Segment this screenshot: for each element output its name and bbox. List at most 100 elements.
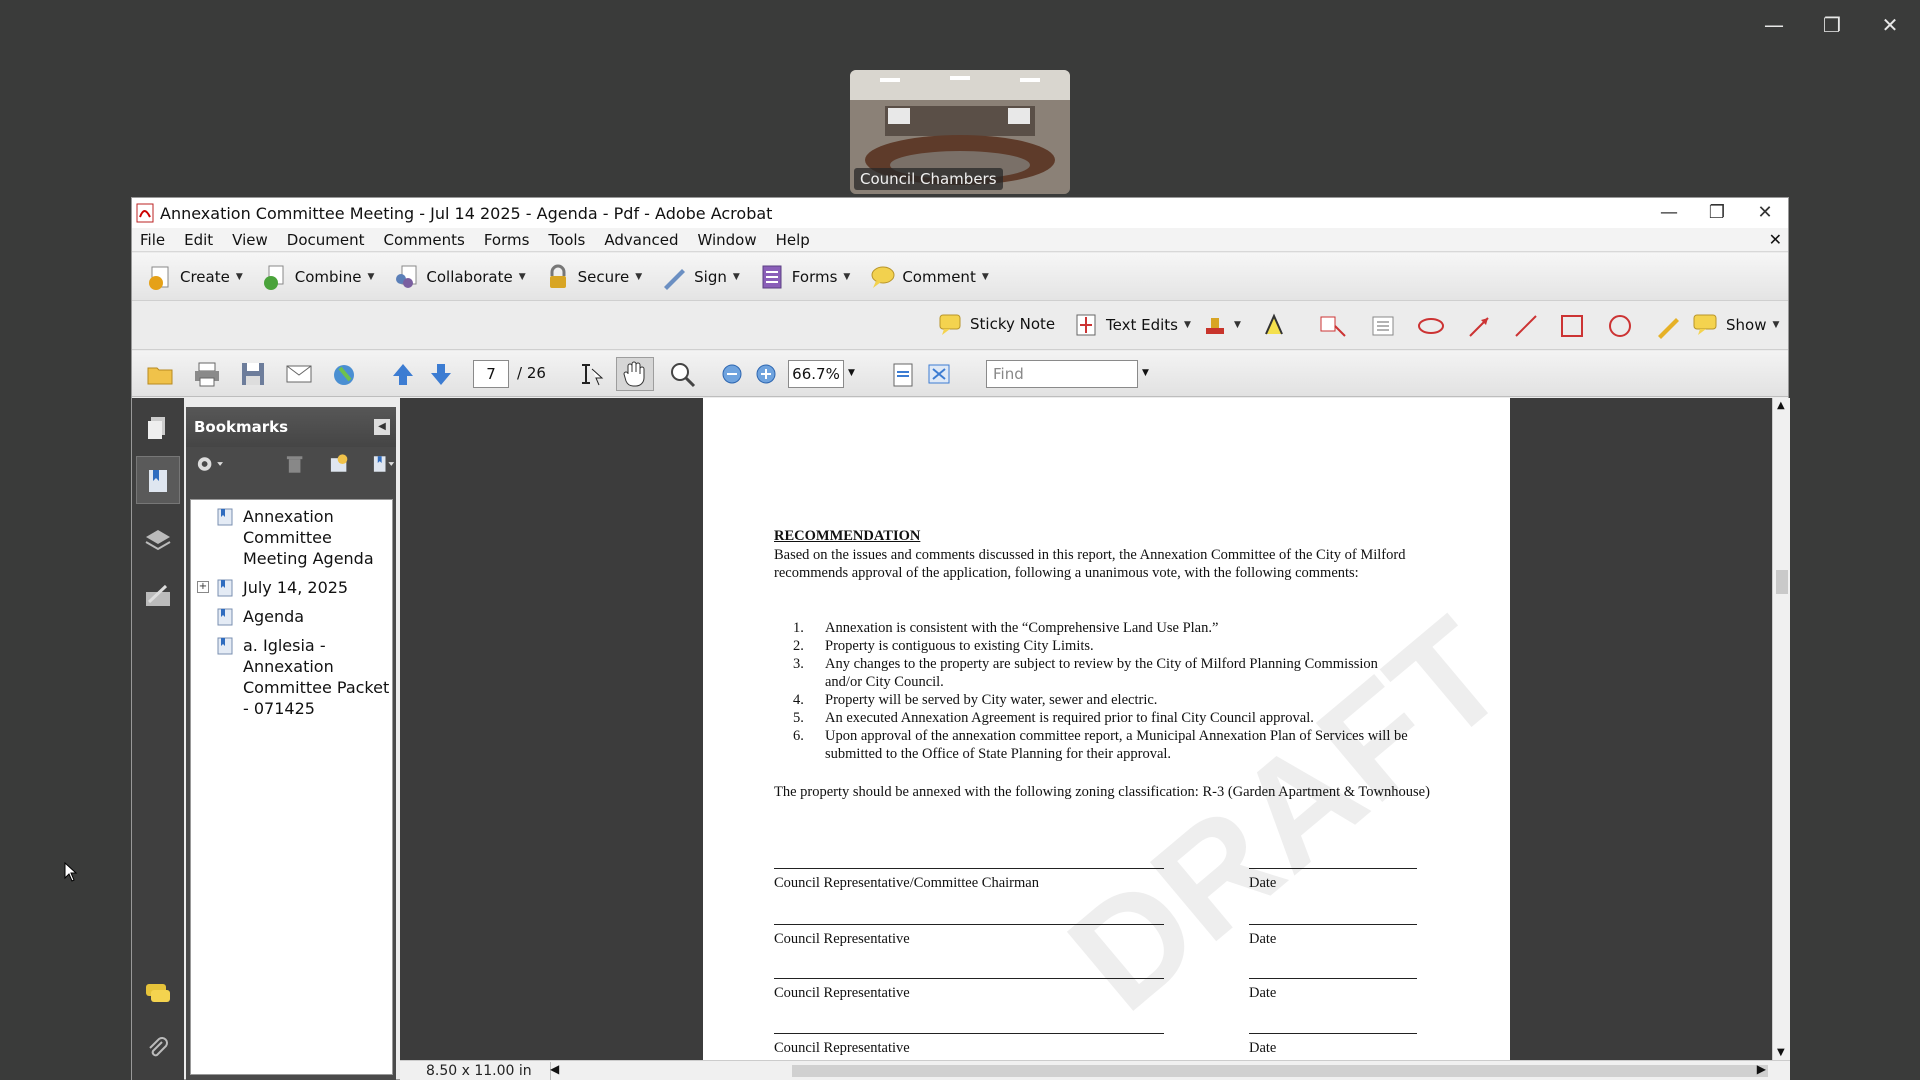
comment-button[interactable]: Comment ▼ bbox=[868, 263, 989, 291]
text-edits-icon bbox=[1076, 314, 1096, 336]
zoom-in-icon[interactable] bbox=[754, 360, 778, 388]
create-button[interactable]: Create ▼ bbox=[146, 263, 243, 291]
fit-page-icon[interactable] bbox=[888, 360, 918, 388]
open-folder-icon[interactable] bbox=[146, 360, 176, 388]
vertical-scrollbar[interactable]: ▲ ▼ bbox=[1772, 398, 1790, 1060]
text-edits-button[interactable]: Text Edits ▼ bbox=[1074, 312, 1191, 338]
oval-tool-icon[interactable] bbox=[1606, 312, 1634, 340]
video-label: Council Chambers bbox=[854, 168, 1003, 190]
previous-page-icon[interactable] bbox=[388, 360, 418, 388]
menu-forms[interactable]: Forms bbox=[484, 231, 530, 249]
marquee-zoom-icon[interactable] bbox=[668, 360, 698, 388]
find-dropdown-icon[interactable]: ▼ bbox=[1142, 368, 1149, 378]
menu-help[interactable]: Help bbox=[776, 231, 810, 249]
cloud-tool-icon[interactable] bbox=[1416, 312, 1446, 340]
text-box-tool-icon[interactable] bbox=[1370, 312, 1396, 340]
delete-bookmark-icon[interactable] bbox=[284, 453, 305, 475]
menu-file[interactable]: File bbox=[140, 231, 165, 249]
sticky-note-label: Sticky Note bbox=[970, 315, 1056, 333]
title-bar: Annexation Committee Meeting - Jul 14 20… bbox=[132, 198, 1788, 228]
list-item: 4. Property will be served by City water,… bbox=[793, 691, 1413, 709]
scroll-right-icon[interactable]: ▶ bbox=[1757, 1062, 1766, 1076]
zoom-out-icon[interactable] bbox=[720, 360, 744, 388]
zoom-level-input[interactable]: 66.7% bbox=[788, 360, 844, 388]
options-gear-icon[interactable] bbox=[194, 453, 227, 475]
horizontal-scroll-thumb[interactable] bbox=[792, 1065, 1768, 1077]
bookmark-item[interactable]: a. Iglesia - Annexation Committee Packet… bbox=[191, 635, 392, 719]
date-line bbox=[1249, 978, 1417, 979]
rectangle-tool-icon[interactable] bbox=[1558, 312, 1586, 340]
menu-window[interactable]: Window bbox=[697, 231, 756, 249]
collapse-panel-button[interactable]: ◀ bbox=[374, 419, 390, 435]
item-text: Property is contiguous to existing City … bbox=[825, 638, 1094, 654]
attachments-paperclip-icon[interactable] bbox=[144, 1034, 172, 1062]
signatures-panel-icon[interactable] bbox=[144, 582, 172, 610]
bookmark-item[interactable]: + July 14, 2025 bbox=[191, 577, 392, 598]
signature-line bbox=[774, 868, 1164, 869]
item-text: Property will be served by City water, s… bbox=[825, 692, 1158, 708]
menu-edit[interactable]: Edit bbox=[184, 231, 213, 249]
sticky-note-button[interactable]: Sticky Note bbox=[938, 312, 1055, 336]
show-comments-button[interactable]: Show ▼ bbox=[1692, 312, 1779, 338]
line-tool-icon[interactable] bbox=[1512, 312, 1540, 340]
window-minimize-button[interactable]: — bbox=[1644, 198, 1694, 228]
scroll-left-icon[interactable]: ◀ bbox=[550, 1062, 559, 1076]
item-number: 4. bbox=[793, 692, 804, 708]
bookmarks-tab[interactable] bbox=[136, 456, 180, 504]
window-restore-button[interactable]: ❐ bbox=[1692, 198, 1742, 228]
highlight-text-icon[interactable] bbox=[1260, 312, 1288, 340]
outer-minimize-button[interactable]: — bbox=[1754, 8, 1794, 42]
combine-button[interactable]: Combine ▼ bbox=[261, 263, 374, 291]
comments-list: 1. Annexation is consistent with the “Com… bbox=[793, 619, 1413, 763]
collaborate-button[interactable]: Collaborate ▼ bbox=[392, 263, 526, 291]
comments-panel-icon[interactable] bbox=[144, 980, 172, 1008]
hand-tool-button[interactable] bbox=[616, 357, 654, 391]
menu-tools[interactable]: Tools bbox=[548, 231, 585, 249]
forms-button[interactable]: Forms ▼ bbox=[758, 263, 850, 291]
pencil-tool-icon[interactable] bbox=[1654, 312, 1682, 340]
share-globe-icon[interactable] bbox=[330, 360, 360, 388]
pages-panel-icon[interactable] bbox=[144, 414, 172, 442]
bookmark-item[interactable]: Annexation Committee Meeting Agenda bbox=[191, 506, 392, 569]
zoning-paragraph: The property should be annexed with the … bbox=[774, 784, 1430, 800]
bookmark-label: Annexation Committee Meeting Agenda bbox=[243, 507, 374, 568]
layers-panel-icon[interactable] bbox=[144, 526, 172, 554]
zoom-dropdown-icon[interactable]: ▼ bbox=[848, 368, 855, 378]
horizontal-scrollbar[interactable]: 8.50 x 11.00 in ◀ ▶ bbox=[400, 1060, 1790, 1080]
next-page-icon[interactable] bbox=[426, 360, 456, 388]
document-close-icon[interactable]: ✕ bbox=[1769, 230, 1782, 249]
outer-maximize-button[interactable]: ❐ bbox=[1812, 8, 1852, 42]
menu-document[interactable]: Document bbox=[287, 231, 365, 249]
expand-plus-icon[interactable]: + bbox=[197, 581, 209, 593]
video-thumbnail[interactable]: Council Chambers bbox=[850, 70, 1070, 194]
secure-button[interactable]: Secure ▼ bbox=[544, 263, 642, 291]
vertical-scroll-thumb[interactable] bbox=[1776, 570, 1788, 594]
acrobat-window: Annexation Committee Meeting - Jul 14 20… bbox=[131, 197, 1790, 1080]
email-icon[interactable] bbox=[284, 360, 314, 388]
expand-bookmark-icon[interactable] bbox=[371, 453, 396, 475]
save-icon[interactable] bbox=[238, 360, 268, 388]
callout-tool-icon[interactable] bbox=[1318, 312, 1348, 340]
lock-icon bbox=[549, 264, 566, 288]
menu-view[interactable]: View bbox=[232, 231, 268, 249]
arrow-tool-icon[interactable] bbox=[1466, 312, 1494, 340]
scroll-up-icon[interactable]: ▲ bbox=[1777, 400, 1785, 411]
combine-icon bbox=[263, 265, 284, 290]
menu-advanced[interactable]: Advanced bbox=[604, 231, 678, 249]
find-input[interactable]: Find bbox=[986, 360, 1138, 388]
print-icon[interactable] bbox=[192, 360, 222, 388]
signature-line bbox=[774, 978, 1164, 979]
bookmark-item[interactable]: Agenda bbox=[191, 606, 392, 627]
sign-button[interactable]: Sign ▼ bbox=[660, 263, 740, 291]
document-view[interactable]: DRAFT RECOMMENDATION Based on the issues… bbox=[400, 398, 1772, 1060]
scroll-down-icon[interactable]: ▼ bbox=[1777, 1047, 1785, 1058]
outer-close-button[interactable]: ✕ bbox=[1870, 8, 1910, 42]
menu-comments[interactable]: Comments bbox=[384, 231, 465, 249]
page-size-label: 8.50 x 11.00 in bbox=[408, 1062, 551, 1080]
page-number-input[interactable]: 7 bbox=[473, 360, 509, 388]
select-text-icon[interactable] bbox=[576, 360, 606, 388]
full-screen-icon[interactable] bbox=[924, 360, 954, 388]
stamp-tool-button[interactable]: ▼ bbox=[1202, 312, 1241, 338]
window-close-button[interactable]: ✕ bbox=[1740, 198, 1790, 228]
new-bookmark-icon[interactable] bbox=[328, 453, 349, 475]
